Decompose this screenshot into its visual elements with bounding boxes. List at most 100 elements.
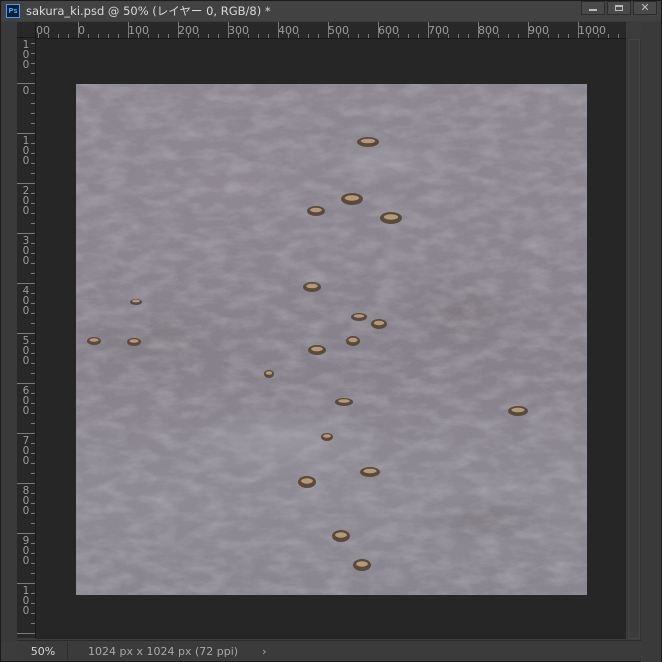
ruler-tick bbox=[31, 273, 35, 274]
ruler-tick bbox=[58, 34, 59, 38]
ruler-tick bbox=[38, 34, 39, 38]
ruler-tick bbox=[418, 34, 419, 38]
bark-lenticel-highlight bbox=[323, 434, 331, 438]
vertical-ruler[interactable]: 100 0 100 200 300 400 500 600 700 800 90… bbox=[17, 38, 36, 638]
zoom-level-field[interactable]: 50% bbox=[19, 642, 68, 660]
bark-lenticel-highlight bbox=[132, 299, 140, 303]
ruler-tick bbox=[31, 203, 35, 204]
ruler-tick bbox=[168, 34, 169, 38]
ruler-tick bbox=[48, 34, 49, 38]
ruler-tick bbox=[31, 443, 35, 444]
bark-lenticel-highlight bbox=[511, 407, 525, 413]
ruler-tick bbox=[98, 34, 99, 38]
bark-lenticel-highlight bbox=[310, 207, 322, 213]
vertical-scrollbar-thumb[interactable] bbox=[628, 39, 640, 639]
ruler-label: 100 bbox=[22, 135, 30, 167]
ruler-tick bbox=[588, 34, 589, 38]
ruler-tick bbox=[198, 34, 199, 38]
ruler-tick bbox=[31, 473, 35, 474]
ruler-tick bbox=[31, 403, 35, 404]
ruler-tick bbox=[31, 413, 35, 414]
ruler-tick bbox=[178, 22, 179, 38]
ruler-tick bbox=[31, 123, 35, 124]
ruler-tick bbox=[31, 393, 35, 394]
ruler-tick bbox=[31, 173, 35, 174]
bark-lenticel-highlight bbox=[356, 561, 368, 567]
ruler-label: 600 bbox=[22, 385, 30, 417]
ruler-tick bbox=[31, 423, 35, 424]
bark-texture-image bbox=[76, 84, 587, 595]
ruler-tick bbox=[17, 383, 35, 384]
ruler-tick bbox=[17, 633, 35, 634]
ruler-tick bbox=[288, 34, 289, 38]
ruler-tick bbox=[498, 34, 499, 38]
ruler-tick bbox=[138, 34, 139, 38]
ruler-tick bbox=[31, 253, 35, 254]
bark-lenticel-highlight bbox=[311, 346, 323, 352]
window-controls: ✕ bbox=[581, 1, 657, 17]
bark-lenticel-highlight bbox=[363, 468, 377, 474]
ruler-tick bbox=[31, 53, 35, 54]
ruler-tick bbox=[438, 34, 439, 38]
bark-lenticel-highlight bbox=[344, 195, 360, 201]
ruler-tick bbox=[31, 343, 35, 344]
ruler-tick bbox=[31, 453, 35, 454]
ruler-tick bbox=[31, 63, 35, 64]
ruler-tick bbox=[398, 34, 399, 38]
ruler-tick bbox=[31, 303, 35, 304]
ruler-tick bbox=[31, 563, 35, 564]
maximize-button[interactable] bbox=[607, 1, 631, 15]
ruler-tick bbox=[31, 353, 35, 354]
ruler-label: 900 bbox=[22, 535, 30, 567]
minimize-button[interactable] bbox=[581, 1, 605, 15]
bark-lenticel-highlight bbox=[129, 339, 139, 343]
ruler-tick bbox=[318, 34, 319, 38]
ruler-tick bbox=[308, 34, 309, 38]
ruler-tick bbox=[508, 34, 509, 38]
ruler-tick bbox=[17, 283, 35, 284]
canvas-pasteboard[interactable] bbox=[36, 39, 626, 639]
close-icon: ✕ bbox=[640, 1, 650, 14]
ruler-tick bbox=[31, 323, 35, 324]
ruler-tick bbox=[31, 93, 35, 94]
document-size-info[interactable]: 1024 px x 1024 px (72 ppi) bbox=[88, 645, 238, 658]
ruler-tick bbox=[328, 22, 329, 38]
ruler-tick bbox=[218, 34, 219, 38]
ruler-tick bbox=[31, 113, 35, 114]
ruler-tick bbox=[31, 243, 35, 244]
document-canvas[interactable] bbox=[76, 84, 587, 595]
ruler-tick bbox=[31, 153, 35, 154]
ruler-tick bbox=[408, 34, 409, 38]
status-bar: 50% 1024 px x 1024 px (72 ppi) › bbox=[17, 640, 641, 661]
ruler-tick bbox=[518, 34, 519, 38]
ruler-tick bbox=[278, 22, 279, 38]
ruler-label: 1000 bbox=[578, 24, 606, 37]
ruler-tick bbox=[31, 523, 35, 524]
title-bar[interactable]: Ps sakura_ki.psd @ 50% (レイヤー 0, RGB/8) *… bbox=[1, 1, 661, 21]
ruler-label: 300 bbox=[22, 235, 30, 267]
ruler-tick bbox=[578, 22, 579, 38]
ruler-tick bbox=[348, 34, 349, 38]
bark-lenticel-highlight bbox=[373, 320, 385, 326]
status-menu-arrow-icon[interactable]: › bbox=[262, 645, 266, 658]
ruler-tick bbox=[528, 22, 529, 38]
ruler-tick bbox=[31, 43, 35, 44]
ruler-tick bbox=[31, 193, 35, 194]
ruler-tick bbox=[17, 133, 35, 134]
ruler-tick bbox=[17, 183, 35, 184]
ruler-origin-corner[interactable] bbox=[17, 22, 36, 38]
ruler-tick bbox=[31, 603, 35, 604]
ruler-tick bbox=[17, 433, 35, 434]
ruler-tick bbox=[31, 623, 35, 624]
ruler-tick bbox=[208, 34, 209, 38]
ruler-tick bbox=[338, 34, 339, 38]
ruler-tick bbox=[31, 573, 35, 574]
ruler-label: 500 bbox=[22, 335, 30, 367]
ruler-tick bbox=[17, 533, 35, 534]
ruler-tick bbox=[31, 373, 35, 374]
ruler-tick bbox=[31, 463, 35, 464]
horizontal-ruler[interactable]: 00 0 100 200 300 400 500 600 700 800 900… bbox=[36, 22, 626, 39]
close-button[interactable]: ✕ bbox=[633, 1, 657, 15]
minimize-icon bbox=[589, 9, 597, 11]
bark-lenticel-highlight bbox=[335, 532, 347, 538]
